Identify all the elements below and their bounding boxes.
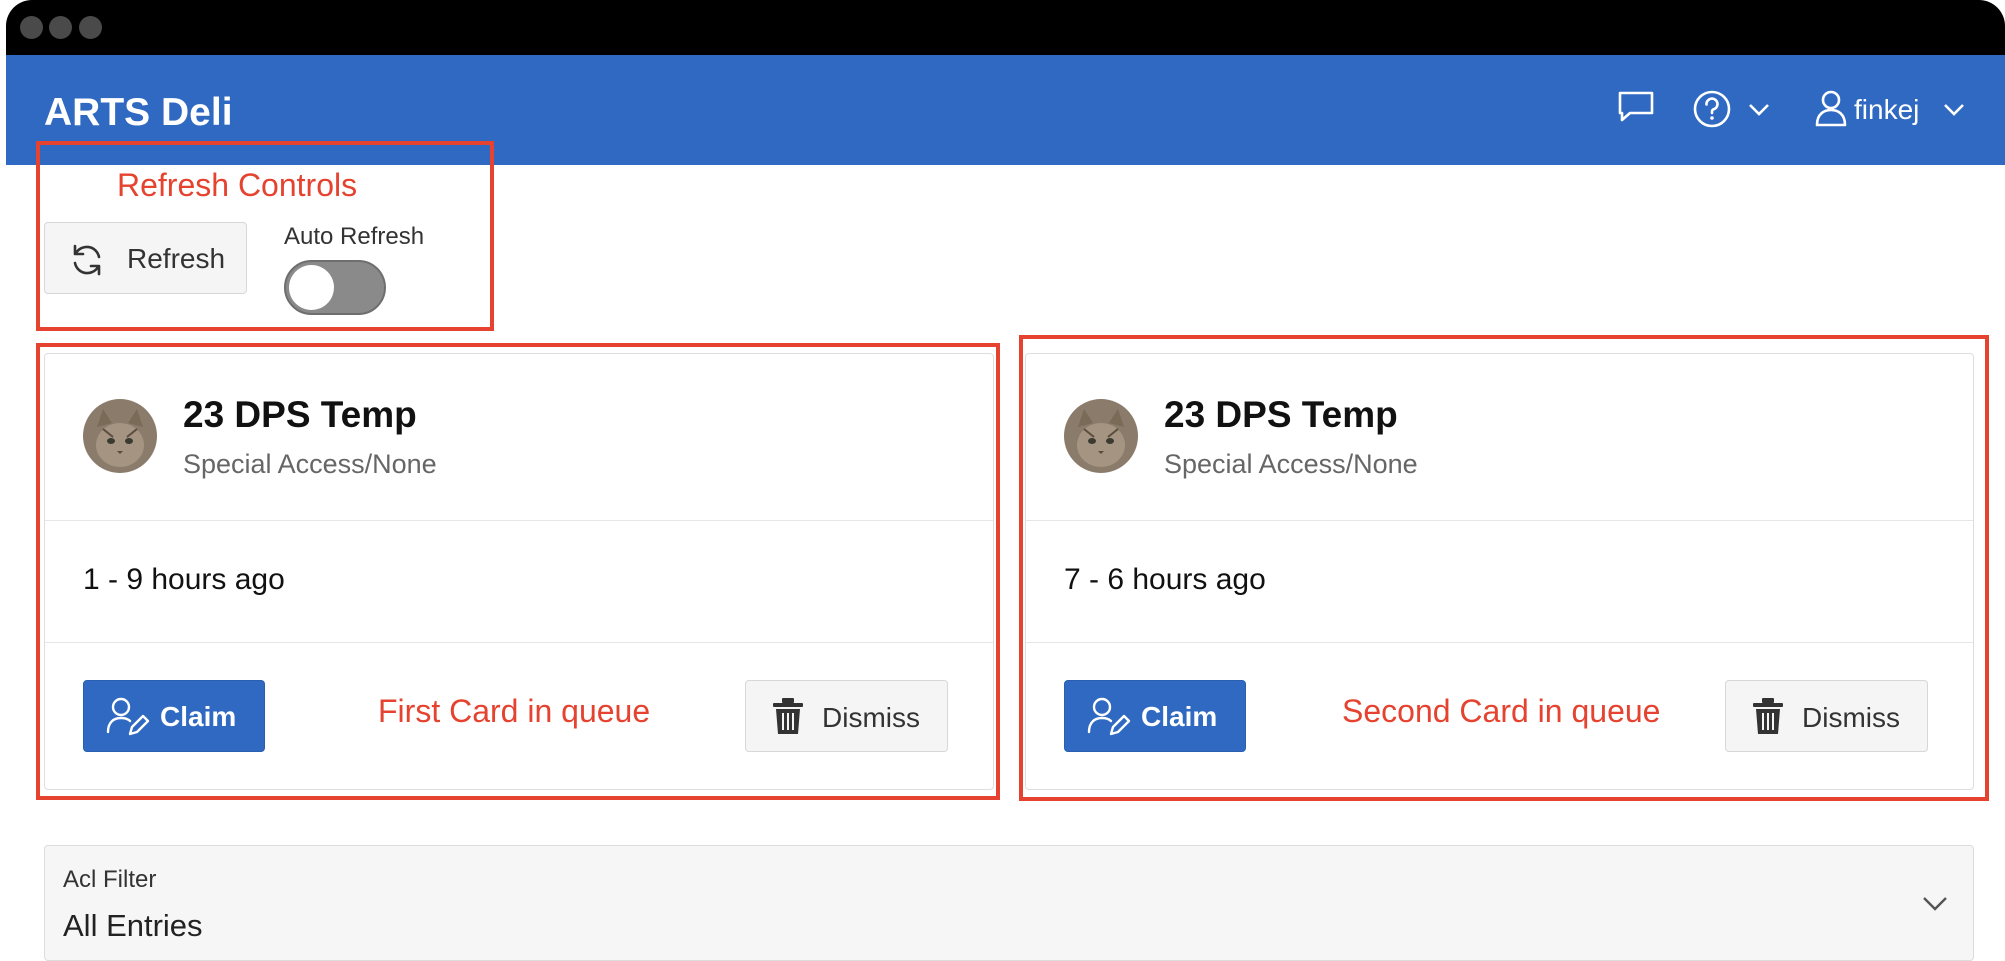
close-window-button[interactable] xyxy=(20,16,43,39)
maximize-window-button[interactable] xyxy=(79,16,102,39)
acl-filter-select[interactable]: Acl Filter All Entries xyxy=(44,845,1974,961)
annotation-second-card: Second Card in queue xyxy=(1342,693,1661,729)
annotation-refresh-controls: Refresh Controls xyxy=(117,167,358,203)
chat-bubble-icon[interactable] xyxy=(1616,89,1656,125)
help-circle-icon[interactable] xyxy=(1692,89,1732,129)
acl-filter-value: All Entries xyxy=(63,908,203,943)
annotation-box-first-card xyxy=(36,343,1000,800)
minimize-window-button[interactable] xyxy=(49,16,72,39)
user-name[interactable]: finkej xyxy=(1854,94,1919,126)
user-icon[interactable] xyxy=(1814,89,1848,127)
help-chevron-down-icon[interactable] xyxy=(1748,103,1770,117)
chevron-down-icon xyxy=(1923,897,1947,911)
window-titlebar xyxy=(6,0,2005,55)
annotation-first-card: First Card in queue xyxy=(378,693,651,729)
user-chevron-down-icon[interactable] xyxy=(1943,103,1965,117)
acl-filter-label: Acl Filter xyxy=(63,866,157,893)
browser-window: ARTS Deli finkej Refresh Auto Refresh 23… xyxy=(6,0,2005,961)
app-title[interactable]: ARTS Deli xyxy=(44,91,233,135)
annotation-box-second-card xyxy=(1019,335,1989,801)
